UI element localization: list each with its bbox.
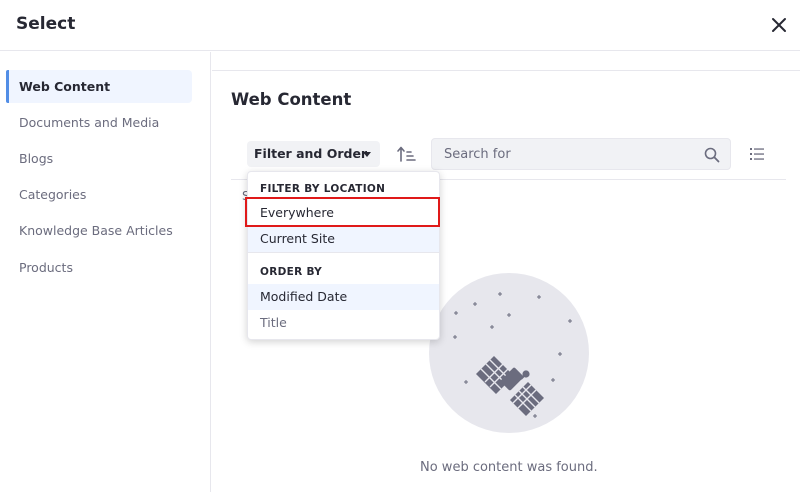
list-view-icon[interactable] [749,146,765,162]
modal-header: Select [0,0,800,51]
main-divider [212,70,800,71]
filter-and-order-button[interactable]: Filter and Order [247,141,380,167]
chevron-down-icon [363,152,371,157]
filter-option-everywhere[interactable]: Everywhere [248,200,439,226]
search-field[interactable] [431,138,731,170]
search-input[interactable] [444,144,694,164]
sidebar-item-categories[interactable]: Categories [6,178,192,211]
sidebar-item-documents-and-media[interactable]: Documents and Media [6,106,192,139]
filter-and-order-dropdown: FILTER BY LOCATION Everywhere Current Si… [247,171,440,340]
filter-by-location-header: FILTER BY LOCATION [260,183,386,195]
dropdown-divider [248,252,439,253]
sidebar-item-products[interactable]: Products [6,251,192,284]
filter-option-current-site[interactable]: Current Site [248,226,439,252]
sidebar-item-blogs[interactable]: Blogs [6,142,192,175]
order-by-header: ORDER BY [260,266,323,278]
close-icon[interactable] [768,14,790,36]
order-option-title[interactable]: Title [248,310,439,336]
sidebar-item-web-content[interactable]: Web Content [6,70,192,103]
satellite-icon [429,273,589,433]
sidebar-item-knowledge-base-articles[interactable]: Knowledge Base Articles [6,214,192,247]
sort-ascending-icon[interactable] [396,144,416,164]
modal-title: Select [16,14,76,34]
order-option-modified-date[interactable]: Modified Date [248,284,439,310]
filter-and-order-label: Filter and Order [254,146,368,161]
empty-state-message: No web content was found. [420,460,598,475]
page-title: Web Content [231,90,352,109]
search-icon[interactable] [704,147,720,163]
